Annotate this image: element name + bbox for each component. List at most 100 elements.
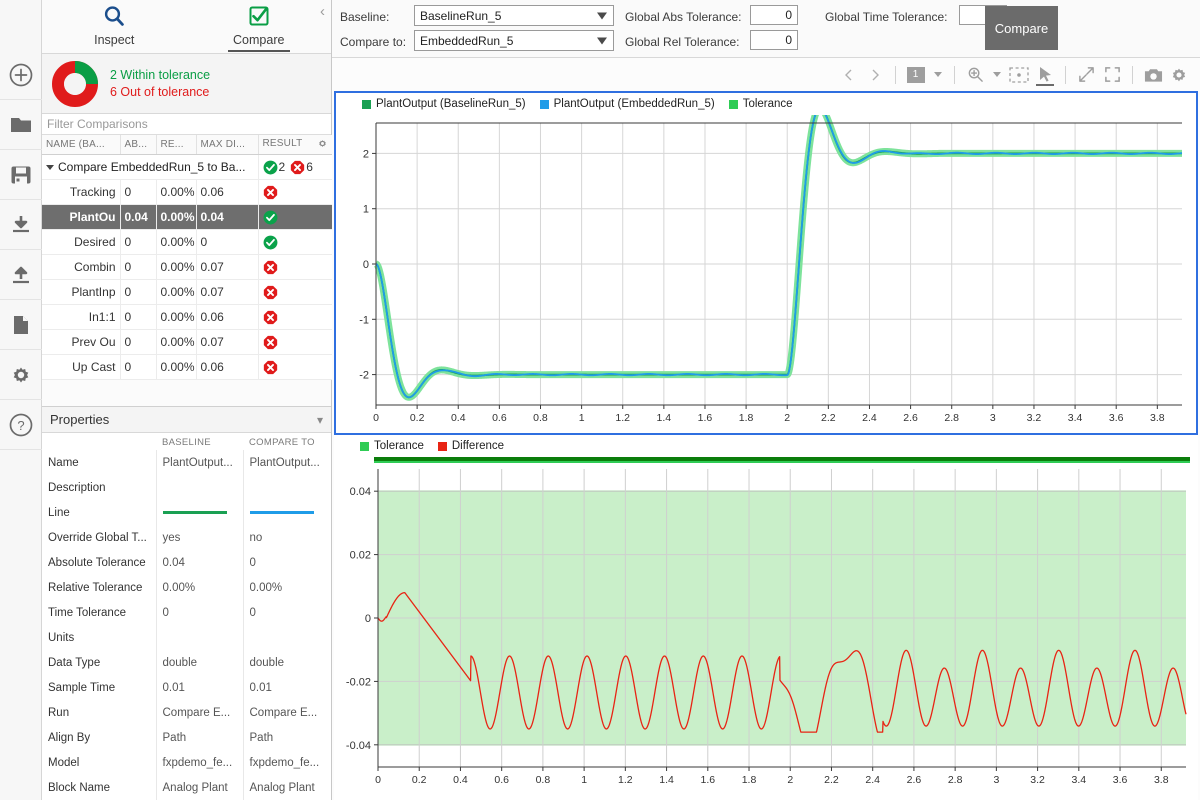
global-abs-tolerance-label: Global Abs Tolerance: bbox=[625, 10, 742, 24]
svg-text:0: 0 bbox=[365, 613, 371, 625]
expand-diagonal-icon[interactable] bbox=[1073, 62, 1099, 88]
svg-text:3.4: 3.4 bbox=[1072, 774, 1087, 786]
svg-text:1.2: 1.2 bbox=[615, 412, 630, 424]
global-rel-tolerance-input[interactable]: 0 bbox=[750, 30, 798, 50]
zoom-in-icon[interactable] bbox=[962, 62, 988, 88]
property-compare-value: double bbox=[242, 650, 331, 675]
difference-plot-area[interactable]: -0.04 -0.02 0 0.02 0.04 0 0.2 0.4 0.6 0.8 1 1.2 1.4 1… bbox=[334, 457, 1198, 795]
compare-button[interactable]: Compare bbox=[985, 6, 1058, 50]
legend-item[interactable]: PlantOutput (BaselineRun_5) bbox=[362, 98, 526, 110]
layout-dropdown-icon[interactable] bbox=[929, 62, 947, 88]
download-icon[interactable] bbox=[0, 200, 42, 250]
upload-icon[interactable] bbox=[0, 250, 42, 300]
property-compare-value: PlantOutput... bbox=[242, 450, 331, 475]
column-header-result[interactable]: RESULT bbox=[258, 135, 332, 155]
property-label: Sample Time bbox=[48, 681, 116, 694]
difference-plot-legend: Tolerance Difference bbox=[334, 435, 1198, 457]
table-row[interactable]: PlantOu 0.04 0.00% 0.04 bbox=[42, 204, 332, 230]
properties-header[interactable]: Properties ▾ bbox=[42, 406, 331, 433]
svg-text:3.6: 3.6 bbox=[1113, 774, 1128, 786]
compare-to-select[interactable]: EmbeddedRun_5 bbox=[414, 30, 614, 51]
settings-gear-icon[interactable] bbox=[1166, 62, 1192, 88]
difference-plot[interactable]: Tolerance Difference -0.04 -0.02 0 0.02 0.04… bbox=[334, 435, 1198, 800]
table-row[interactable]: In1:1 0 0.00% 0.06 bbox=[42, 304, 332, 330]
table-group-row[interactable]: Compare EmbeddedRun_5 to Ba... 2 6 bbox=[42, 154, 332, 180]
legend-item[interactable]: Difference bbox=[437, 440, 504, 452]
property-label: Data Type bbox=[48, 656, 101, 669]
column-header-name[interactable]: NAME (BA... bbox=[42, 135, 121, 155]
global-abs-tolerance-input[interactable]: 0 bbox=[750, 5, 798, 25]
svg-text:0.6: 0.6 bbox=[494, 774, 509, 786]
svg-text:3: 3 bbox=[990, 412, 996, 424]
table-row[interactable]: Desired 0 0.00% 0 bbox=[42, 229, 332, 255]
save-icon[interactable] bbox=[0, 150, 42, 200]
signal-plot[interactable]: PlantOutput (BaselineRun_5) PlantOutput … bbox=[334, 91, 1198, 435]
baseline-select[interactable]: BaselineRun_5 bbox=[414, 5, 614, 26]
svg-text:1: 1 bbox=[581, 774, 587, 786]
property-compare-value: 0 bbox=[242, 600, 331, 625]
snapshot-camera-icon[interactable] bbox=[1140, 62, 1166, 88]
chevron-down-icon[interactable]: ▾ bbox=[317, 413, 323, 427]
compare-button-label: Compare bbox=[994, 20, 1049, 36]
legend-item[interactable]: Tolerance bbox=[728, 98, 793, 110]
folder-open-icon[interactable] bbox=[0, 100, 42, 150]
tab-compare[interactable]: Compare bbox=[187, 0, 332, 53]
caret-down-icon[interactable] bbox=[46, 165, 54, 171]
svg-text:2.4: 2.4 bbox=[865, 774, 880, 786]
chevron-left-icon[interactable]: ‹ bbox=[320, 4, 325, 19]
table-row[interactable]: PlantInp 0 0.00% 0.07 bbox=[42, 279, 332, 305]
property-label: Relative Tolerance bbox=[48, 581, 143, 594]
table-row[interactable]: Up Cast 0 0.00% 0.06 bbox=[42, 354, 332, 380]
property-baseline-value bbox=[155, 500, 243, 525]
table-row[interactable]: Tracking 0 0.00% 0.06 bbox=[42, 179, 332, 205]
table-group-label[interactable]: Compare EmbeddedRun_5 to Ba... bbox=[42, 154, 259, 180]
property-label: Block Name bbox=[48, 781, 110, 794]
property-compare-value bbox=[242, 475, 331, 500]
property-row: Align By Path Path bbox=[42, 725, 331, 750]
row-signal-name: Prev Ou bbox=[42, 329, 121, 355]
column-header-rel[interactable]: RE... bbox=[156, 135, 197, 155]
property-row: Block Name Analog Plant Analog Plant bbox=[42, 775, 331, 800]
row-rel-tolerance: 0.00% bbox=[156, 354, 197, 380]
cursor-select-icon[interactable] bbox=[1032, 62, 1058, 88]
legend-label: PlantOutput (EmbeddedRun_5) bbox=[553, 98, 715, 110]
gear-icon[interactable] bbox=[0, 350, 42, 400]
filter-comparisons-input[interactable]: Filter Comparisons bbox=[42, 114, 331, 135]
table-row[interactable]: Combin 0 0.00% 0.07 bbox=[42, 254, 332, 280]
row-result-badge bbox=[258, 254, 332, 280]
tab-inspect[interactable]: Inspect bbox=[42, 0, 187, 53]
column-header-maxdiff[interactable]: MAX DI... bbox=[196, 135, 259, 155]
svg-text:3.4: 3.4 bbox=[1068, 412, 1083, 424]
property-label: Description bbox=[48, 481, 106, 494]
properties-col-blank bbox=[42, 433, 156, 450]
fullscreen-icon[interactable] bbox=[1099, 62, 1125, 88]
legend-item[interactable]: Tolerance bbox=[360, 440, 424, 452]
column-header-abs[interactable]: AB... bbox=[120, 135, 157, 155]
svg-text:0: 0 bbox=[373, 412, 379, 424]
table-settings-gear-icon[interactable] bbox=[317, 138, 328, 151]
property-compare-value: 0.00% bbox=[242, 575, 331, 600]
svg-text:1.2: 1.2 bbox=[618, 774, 633, 786]
next-page-icon[interactable] bbox=[862, 62, 888, 88]
report-icon[interactable] bbox=[0, 300, 42, 350]
zoom-dropdown-icon[interactable] bbox=[988, 62, 1006, 88]
layout-count-badge[interactable]: 1 bbox=[903, 62, 929, 88]
property-compare-value: no bbox=[242, 525, 331, 550]
property-label: Model bbox=[48, 756, 80, 769]
table-row[interactable]: Prev Ou 0 0.00% 0.07 bbox=[42, 329, 332, 355]
property-row: Absolute Tolerance 0.04 0 bbox=[42, 550, 331, 575]
legend-item[interactable]: PlantOutput (EmbeddedRun_5) bbox=[539, 98, 715, 110]
property-label: Align By bbox=[48, 731, 91, 744]
prev-page-icon[interactable] bbox=[836, 62, 862, 88]
check-square-icon bbox=[246, 3, 272, 32]
help-icon[interactable]: ? bbox=[0, 400, 42, 450]
property-baseline-value: 0.00% bbox=[155, 575, 243, 600]
properties-col-baseline: BASELINE bbox=[162, 437, 211, 448]
row-rel-tolerance: 0.00% bbox=[156, 254, 197, 280]
property-row: Description bbox=[42, 475, 331, 500]
fit-to-view-icon[interactable] bbox=[1006, 62, 1032, 88]
property-row: Data Type double double bbox=[42, 650, 331, 675]
line-color-swatch bbox=[162, 511, 227, 514]
signal-plot-area[interactable]: -2 -1 0 1 2 0 0.2 0.4 0.6 0.8 1 1.2 1.4 1.6 1.8 2 2.2 2.4… bbox=[336, 115, 1196, 431]
add-icon[interactable] bbox=[0, 50, 42, 100]
